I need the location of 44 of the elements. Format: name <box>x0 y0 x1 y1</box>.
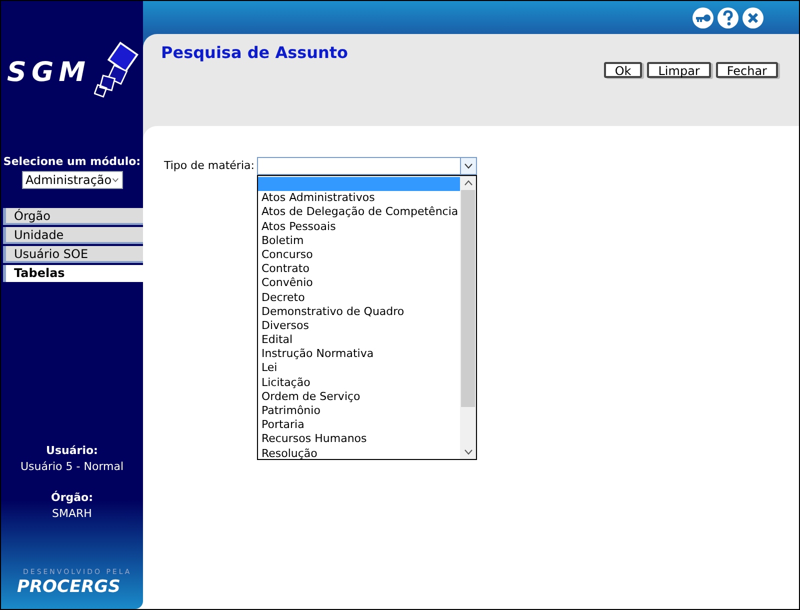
key-icon[interactable] <box>692 6 714 28</box>
chevron-down-icon <box>464 163 474 169</box>
org-name: SMARH <box>52 506 92 522</box>
dropdown-option[interactable] <box>258 177 460 192</box>
dropdown-option[interactable]: Concurso <box>258 248 460 262</box>
chevron-down-icon <box>112 176 118 182</box>
scroll-thumb[interactable] <box>461 190 476 407</box>
dropdown-option[interactable]: Diversos <box>258 318 460 334</box>
dropdown-option[interactable]: Resolução <box>258 446 460 461</box>
nav-tab[interactable]: Unidade <box>3 226 143 244</box>
dropdown-option[interactable]: Decreto <box>258 290 460 305</box>
dropdown-option[interactable]: Lei <box>258 361 460 376</box>
logo-text: SGM <box>7 56 90 90</box>
dropdown-option[interactable]: Contrato <box>258 262 460 276</box>
user-label: Usuário: <box>46 442 98 458</box>
dropdown-option[interactable]: Atos de Delegação de Competência <box>258 205 460 220</box>
close-icon[interactable] <box>742 6 764 28</box>
nav-tab[interactable]: Tabelas <box>3 264 143 282</box>
field-label: Tipo de matéria: <box>164 158 254 174</box>
action-button[interactable]: Fechar <box>716 62 778 78</box>
module-label: Selecione um módulo: <box>3 154 141 170</box>
dropdown-option[interactable]: Boletim <box>258 234 460 248</box>
brand-logo-text: PROCERGS <box>17 577 122 597</box>
nav-tab[interactable]: Órgão <box>3 208 143 224</box>
dropdown-option[interactable]: Licitação <box>258 376 460 390</box>
dropdown-option[interactable]: Convênio <box>258 276 460 290</box>
dropdown-option[interactable]: Edital <box>258 333 460 348</box>
dropdown-option[interactable]: Recursos Humanos <box>258 432 460 447</box>
action-button[interactable]: Limpar <box>647 62 711 78</box>
dropdown-option[interactable]: Portaria <box>258 418 460 432</box>
dropdown-option[interactable]: Demonstrativo de Quadro <box>258 304 460 319</box>
dropdown-option[interactable]: Instrução Normativa <box>258 347 460 362</box>
help-icon[interactable] <box>717 6 739 28</box>
dropdown-option[interactable]: Atos Pessoais <box>258 220 460 234</box>
scrollbar[interactable] <box>460 176 476 459</box>
user-name: Usuário 5 - Normal <box>20 459 124 475</box>
action-button[interactable]: Ok <box>604 62 642 78</box>
dropdown-option[interactable]: Ordem de Serviço <box>258 390 460 404</box>
dropdown-option[interactable]: Patrimônio <box>258 404 460 418</box>
dropdown-option[interactable]: Atos Administrativos <box>258 191 460 206</box>
module-select[interactable]: Administração <box>22 170 122 188</box>
nav-tab[interactable]: Usuário SOE <box>3 246 143 262</box>
page-title: Pesquisa de Assunto <box>161 42 348 64</box>
org-label: Órgão: <box>50 490 94 506</box>
